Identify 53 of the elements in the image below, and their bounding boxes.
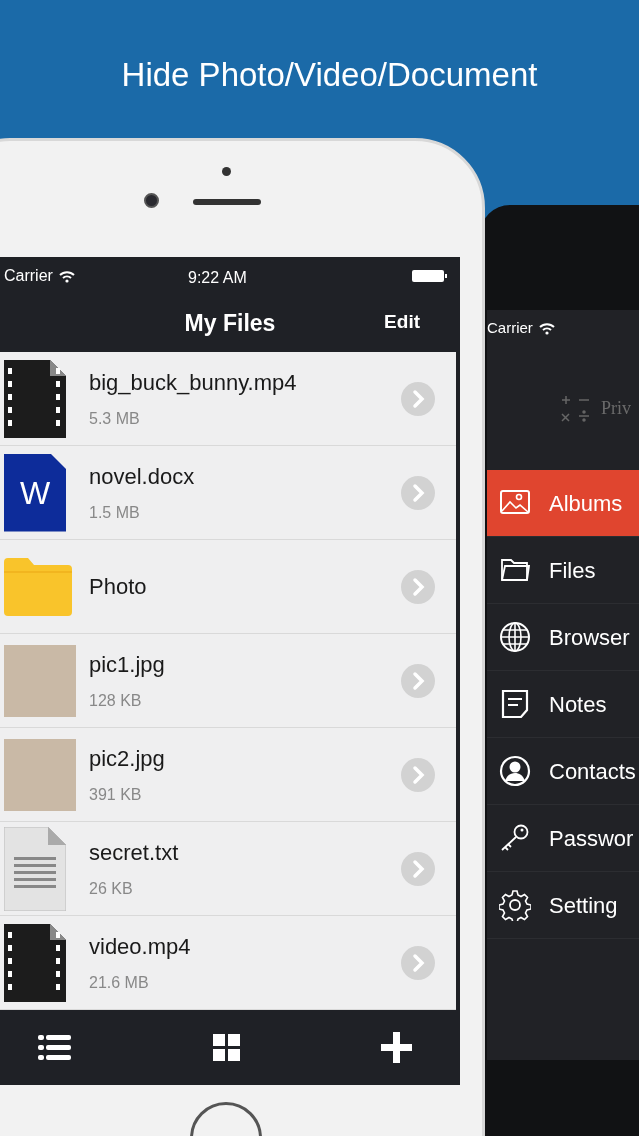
chevron-right-icon: [400, 380, 436, 417]
headline: Hide Photo/Video/Document: [120, 55, 539, 95]
person-icon: [499, 755, 531, 787]
wifi-icon: [58, 269, 75, 283]
file-size: 5.3 MB: [89, 409, 141, 429]
logo-text: Priv: [601, 396, 631, 420]
wifi-icon: [538, 321, 555, 335]
gear-icon: [499, 889, 531, 921]
file-size: 1.5 MB: [89, 503, 141, 523]
grid-icon[interactable]: [212, 1034, 240, 1061]
film-icon: [4, 923, 66, 1002]
carrier-label: Carrier: [487, 317, 533, 338]
carrier-label: Carrier: [4, 266, 53, 286]
file-row[interactable]: pic1.jpg 128 KB: [0, 634, 456, 728]
screen-title: My Files: [184, 309, 276, 339]
file-name: Photo: [89, 573, 148, 601]
film-icon: [4, 359, 66, 438]
file-row[interactable]: pic2.jpg 391 KB: [0, 728, 456, 822]
file-name: big_buck_bunny.mp4: [89, 369, 298, 397]
file-row[interactable]: big_buck_bunny.mp4 5.3 MB: [0, 352, 456, 446]
file-size: 26 KB: [89, 879, 134, 899]
file-row[interactable]: W novel.docx 1.5 MB: [0, 446, 456, 540]
file-row[interactable]: Photo: [0, 540, 456, 634]
note-icon: [499, 688, 531, 720]
folder-icon: [4, 557, 72, 616]
file-name: pic2.jpg: [89, 745, 166, 773]
chevron-right-icon: [400, 568, 436, 605]
file-size: 391 KB: [89, 785, 143, 805]
text-file-icon: [4, 826, 66, 911]
file-name: novel.docx: [89, 463, 196, 491]
file-row[interactable]: video.mp4 21.6 MB: [0, 916, 456, 1010]
status-time: 9:22 AM: [188, 268, 247, 288]
file-row[interactable]: secret.txt 26 KB: [0, 822, 456, 916]
file-size: 21.6 MB: [89, 973, 150, 993]
chevron-right-icon: [400, 850, 436, 887]
calculator-icon: [559, 394, 591, 422]
chevron-right-icon: [400, 944, 436, 981]
file-name: secret.txt: [89, 839, 180, 867]
file-name: video.mp4: [89, 933, 192, 961]
menu-item[interactable]: Albums: [487, 470, 639, 537]
word-document-icon: W: [4, 453, 66, 532]
speaker-grille: [193, 199, 261, 205]
chevron-right-icon: [400, 474, 436, 511]
chevron-right-icon: [400, 662, 436, 699]
globe-icon: [499, 621, 531, 653]
file-name: pic1.jpg: [89, 651, 166, 679]
list-icon[interactable]: [38, 1034, 71, 1061]
plus-icon[interactable]: [381, 1032, 412, 1063]
chevron-right-icon: [400, 756, 436, 793]
edit-button[interactable]: Edit: [384, 308, 420, 337]
battery-icon: [412, 269, 448, 283]
key-icon: [499, 822, 531, 854]
file-size: 128 KB: [89, 691, 143, 711]
